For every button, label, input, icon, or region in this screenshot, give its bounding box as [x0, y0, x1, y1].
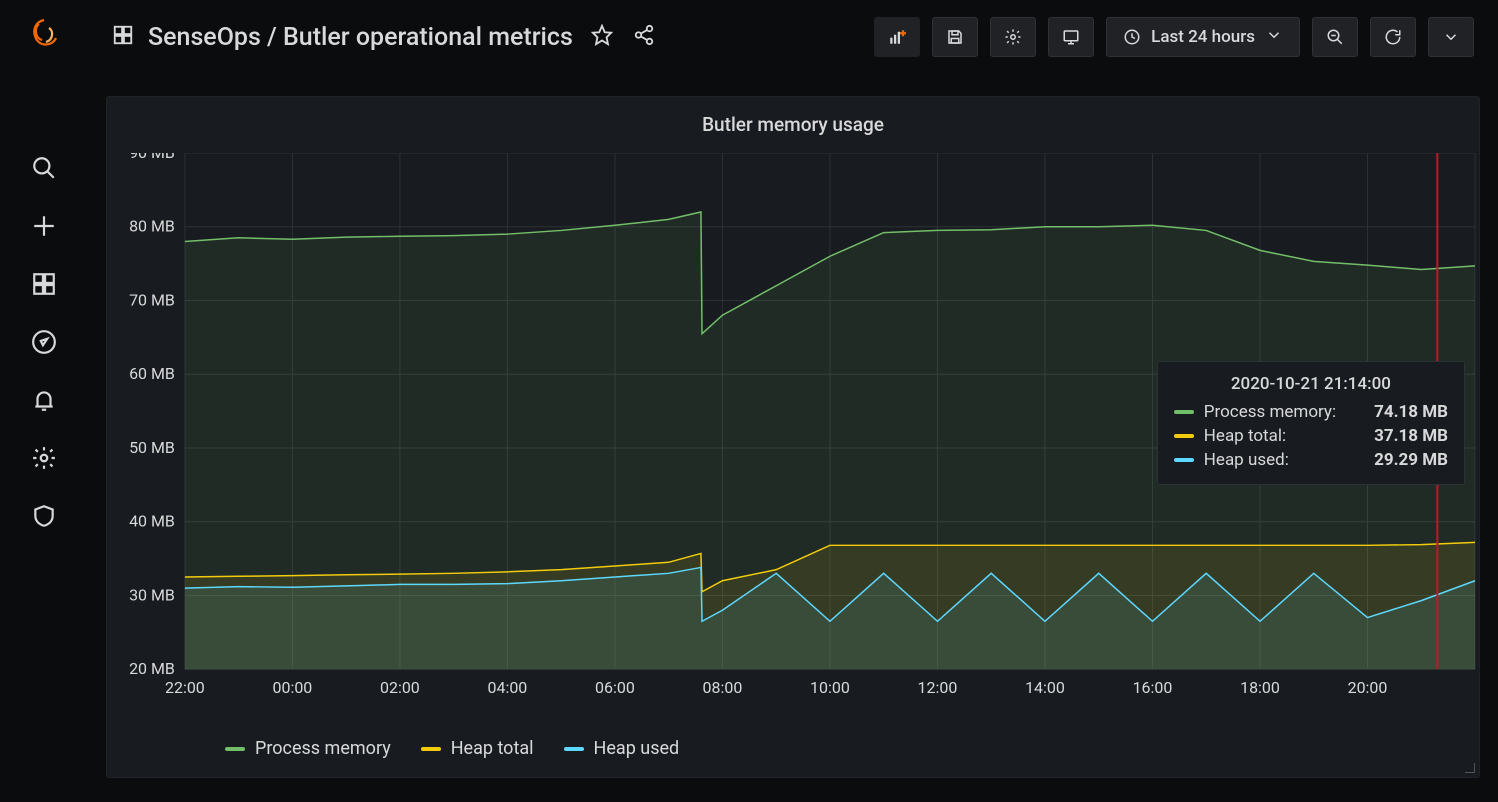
svg-text:90 MB: 90 MB [129, 153, 175, 162]
svg-text:08:00: 08:00 [703, 678, 743, 697]
tooltip-time: 2020-10-21 21:14:00 [1174, 374, 1448, 394]
svg-text:80 MB: 80 MB [129, 217, 175, 236]
tooltip-row: Heap total:37.18 MB [1174, 424, 1448, 448]
add-panel-button[interactable] [874, 17, 920, 57]
svg-text:18:00: 18:00 [1240, 678, 1280, 697]
svg-text:14:00: 14:00 [1025, 678, 1065, 697]
search-icon[interactable] [30, 154, 58, 182]
toolbar: Last 24 hours [874, 17, 1474, 57]
svg-text:00:00: 00:00 [273, 678, 313, 697]
grafana-logo-icon[interactable] [26, 18, 62, 54]
explore-icon[interactable] [30, 328, 58, 356]
svg-text:20:00: 20:00 [1348, 678, 1388, 697]
sidebar [0, 0, 88, 802]
alerting-icon[interactable] [30, 386, 58, 414]
panel-butler-memory: Butler memory usage 20 MB 30 MB 40 MB 50 MB… [106, 96, 1480, 778]
star-icon[interactable] [591, 24, 613, 50]
svg-text:02:00: 02:00 [380, 678, 420, 697]
refresh-button[interactable] [1370, 17, 1416, 57]
svg-text:40 MB: 40 MB [129, 512, 175, 531]
dashboards-breadcrumb-icon[interactable] [112, 24, 134, 50]
save-button[interactable] [932, 17, 978, 57]
topbar: SenseOps / Butler operational metrics La… [88, 0, 1498, 74]
server-admin-icon[interactable] [30, 502, 58, 530]
chevron-down-icon [1265, 26, 1283, 49]
add-icon[interactable] [30, 212, 58, 240]
legend-item[interactable]: Heap used [564, 738, 680, 759]
cycle-view-button[interactable] [1048, 17, 1094, 57]
breadcrumb-title[interactable]: SenseOps / Butler operational metrics [148, 23, 573, 52]
zoom-out-button[interactable] [1312, 17, 1358, 57]
svg-text:70 MB: 70 MB [129, 290, 175, 309]
svg-text:16:00: 16:00 [1133, 678, 1173, 697]
svg-text:50 MB: 50 MB [129, 438, 175, 457]
legend-item[interactable]: Process memory [225, 738, 391, 759]
chart-legend: Process memory Heap total Heap used [225, 738, 679, 759]
svg-text:22:00: 22:00 [165, 678, 205, 697]
svg-text:06:00: 06:00 [595, 678, 635, 697]
dashboards-icon[interactable] [30, 270, 58, 298]
svg-text:12:00: 12:00 [918, 678, 958, 697]
svg-text:30 MB: 30 MB [129, 585, 175, 604]
svg-text:60 MB: 60 MB [129, 364, 175, 383]
chart-tooltip: 2020-10-21 21:14:00 Process memory:74.18… [1157, 361, 1465, 485]
dashboard-settings-button[interactable] [990, 17, 1036, 57]
svg-text:10:00: 10:00 [810, 678, 850, 697]
svg-text:20 MB: 20 MB [129, 659, 175, 678]
timerange-label: Last 24 hours [1151, 27, 1255, 47]
resize-handle-icon[interactable] [1465, 763, 1475, 773]
svg-text:04:00: 04:00 [488, 678, 528, 697]
tooltip-row: Process memory:74.18 MB [1174, 400, 1448, 424]
legend-item[interactable]: Heap total [421, 738, 534, 759]
share-icon[interactable] [633, 24, 655, 50]
panel-title[interactable]: Butler memory usage [107, 97, 1479, 144]
tooltip-row: Heap used:29.29 MB [1174, 448, 1448, 472]
timerange-picker[interactable]: Last 24 hours [1106, 17, 1300, 57]
configuration-icon[interactable] [30, 444, 58, 472]
refresh-interval-button[interactable] [1428, 17, 1474, 57]
